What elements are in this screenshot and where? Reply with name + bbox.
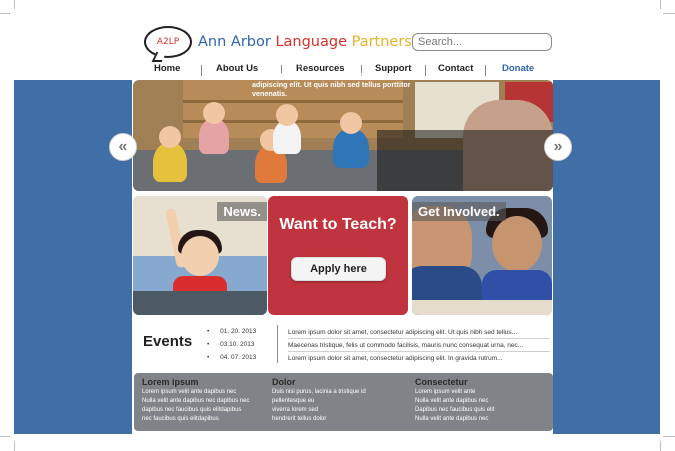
left-background-band [14,80,132,434]
event-text[interactable]: Lorem ipsum dolor sit amet, consectetur … [288,355,550,362]
nav-donate[interactable]: Donate [502,63,534,74]
hero-photo-child [199,102,229,154]
event-date: • 03.10. 2013 [207,341,255,348]
get-involved-tile[interactable]: Get Involved. [412,196,552,315]
chevron-left-icon[interactable]: « [109,133,137,161]
footer-link[interactable]: Dapibus nec faucibus quis elit [415,407,494,413]
footer-link[interactable]: hendrerit tellus dolor [272,416,326,422]
nav-contact[interactable]: Contact [438,63,473,74]
logo-speech-bubble[interactable]: A2LP [144,26,192,58]
hero-photo-child [153,126,187,182]
event-separator [288,338,550,339]
footer-link[interactable]: Duis nisi purus, lacinia a tristique id [272,389,366,395]
footer-link[interactable]: viverra lorem sed [272,407,318,413]
hero-caption-overlay [377,130,553,191]
site-title[interactable]: Ann Arbor Language Partnership [198,34,434,50]
footer-link[interactable]: nec faucibus quis elitdapibus [142,416,219,422]
hero-text: Lorem ipsum dolor sit amet, consectetur … [252,70,411,98]
news-tile[interactable]: News. [133,196,267,315]
involved-photo-child-face [492,216,542,272]
site-title-part-1: Ann Arbor [198,34,271,50]
crop-mark-bl-v [14,441,15,451]
event-text[interactable]: Maecenas tristique, felis ut commodo fac… [288,342,550,349]
crop-mark-tr-v [660,0,661,9]
news-tile-label: News. [217,202,267,221]
nav-divider [201,65,202,76]
footer-heading: Consectetur [415,377,468,387]
nav-home[interactable]: Home [154,63,180,74]
apply-button[interactable]: Apply here [291,257,386,281]
news-photo-desk [133,291,267,315]
footer-link[interactable]: pellentesque eu [272,398,314,404]
nav-divider [485,65,486,76]
crop-mark-bl [0,436,10,437]
crop-mark-br [663,436,675,437]
hero-title: Lorem Ipsum [252,53,337,68]
crop-mark-br-v [660,441,661,451]
teach-tile: Want to Teach? Apply here [268,196,408,315]
search-input[interactable]: Search... [412,33,552,51]
footer-link[interactable]: Lorem ipsum velit ante dapibus nec [142,389,236,395]
footer-heading: Dolor [272,377,296,387]
news-photo-face [181,236,219,276]
footer-heading: Lorem ipsum [142,377,199,387]
event-date: • 01. 20. 2013 [207,328,257,335]
crop-mark-tl [0,13,10,14]
events-title: Events [143,333,193,350]
hero-photo-child [333,112,369,168]
search-placeholder: Search... [418,36,463,48]
footer-link[interactable]: Nulla velit ante dapibus nec dapibus nec [142,398,249,404]
involved-photo-table [412,300,552,315]
logo-text: A2LP [156,37,180,47]
footer-link[interactable]: Lorem ipsum velit ante [415,389,475,395]
event-separator [288,351,550,352]
nav-divider [425,65,426,76]
footer-link[interactable]: Nulla velit ante dapibus nec [415,398,488,404]
teach-tile-title: Want to Teach? [279,216,397,233]
events-divider [277,325,278,363]
event-date: • 04. 07. 2013 [207,354,257,361]
crop-mark-tl-v [14,0,15,9]
crop-mark-tr [663,13,675,14]
footer-link[interactable]: Nulla velit ante dapibus nec [415,416,488,422]
chevron-right-icon[interactable]: » [544,133,572,161]
event-text[interactable]: Lorem ipsum dolor sit amet, consectetur … [288,329,550,336]
hero-photo-child [273,104,301,154]
get-involved-tile-label: Get Involved. [412,202,506,221]
footer: Lorem ipsum Lorem ipsum velit ante dapib… [134,373,553,431]
site-title-part-2: Language [275,34,347,50]
footer-link[interactable]: dapibus nec faucibus quis elitdapibus [142,407,241,413]
